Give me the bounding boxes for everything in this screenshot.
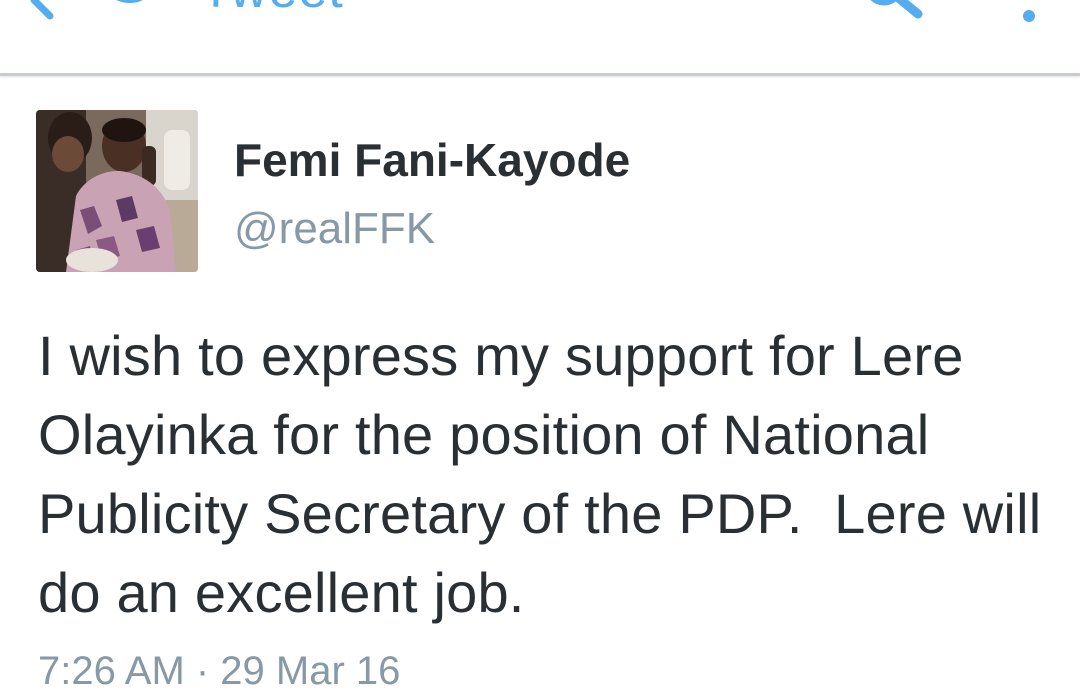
tweet-timestamp: 7:26 AM · 29 Mar 16 [38, 649, 401, 693]
search-icon[interactable] [862, 0, 928, 24]
app-bar-title: Tweet [200, 0, 344, 20]
overflow-menu-icon[interactable] [1014, 0, 1044, 30]
avatar[interactable] [36, 110, 198, 272]
display-name[interactable]: Femi Fani-Kayode [234, 130, 630, 190]
twitter-bird-icon [116, 0, 143, 3]
app-bar: Tweet [0, 0, 1080, 76]
tweet-text: I wish to express my support for Lere Ol… [38, 324, 1058, 624]
username[interactable]: @realFFK [234, 199, 435, 259]
app-bar-divider [0, 73, 1080, 76]
back-arrow-icon[interactable] [22, 0, 62, 20]
